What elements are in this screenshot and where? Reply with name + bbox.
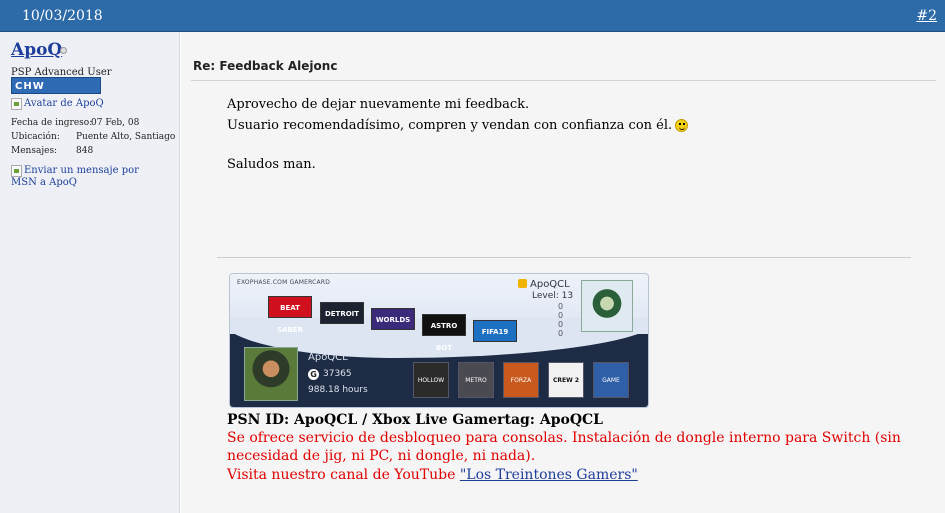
youtube-prefix: Visita nuestro canal de YouTube [227,467,460,483]
offline-status-icon [60,47,67,54]
signature-youtube-line: Visita nuestro canal de YouTube "Los Tre… [227,467,638,483]
trophy-count-silver: 0 [558,320,564,329]
xbox-game-tile-2: METRO [458,362,494,398]
post-line-2-text: Usuario recomendadísimo, compren y venda… [227,118,673,133]
game-tile-fifa19: FIFA19 [473,320,517,342]
location-row: Ubicación: Puente Alto, Santiago [11,132,175,142]
user-sidebar: ApoQ PSP Advanced User CHWMIEMBRO REGULA… [0,32,180,513]
gamerscore-value: 37365 [323,369,352,379]
avatar-alt-text: Avatar de ApoQ [24,98,104,109]
join-date-row: Fecha de ingreso: 07 Feb, 08 [11,118,139,128]
broken-image-icon [11,165,22,177]
psn-avatar [581,280,633,332]
post-title: Re: Feedback Alejonc [193,59,338,73]
title-divider [191,80,936,81]
signature-service-line-2: necesidad de jig, ni PC, ni dongle, ni n… [227,448,536,464]
hours-played: 988.18 hours [308,385,368,395]
xbox-game-tile-5: GAME [593,362,629,398]
game-tile-worlds: WORLDS [371,308,415,330]
post-body: Re: Feedback Alejonc Aprovecho de dejar … [181,32,945,513]
username-link[interactable]: ApoQ [11,40,62,60]
trophy-count-gold: 0 [558,311,564,320]
gamercard-header: EXOPHASE.COM GAMERCARD [237,279,331,286]
join-date-value: 07 Feb, 08 [91,118,140,128]
game-tile-beat-saber: BEAT SABER [268,296,312,334]
psn-name: ApoQCL [518,279,570,290]
posts-value: 848 [76,146,94,156]
gamercard-image[interactable]: EXOPHASE.COM GAMERCARD BEAT SABER DETROI… [229,273,649,408]
signature-service-line-1: Se ofrece servicio de desbloqueo para co… [227,430,901,446]
rank-badge-brand: CHW [15,81,45,92]
msn-message-link[interactable]: Enviar un mensaje por MSN a ApoQ [11,165,161,188]
broken-image-icon [11,98,22,110]
psn-name-text: ApoQCL [530,279,570,290]
signature-ids: PSN ID: ApoQCL / Xbox Live Gamertag: Apo… [227,412,604,428]
post-line-3: Saludos man. [227,157,316,172]
xbox-name: ApoQCL [308,352,348,363]
gamerscore: G 37365 [308,369,352,380]
post-number-link[interactable]: #2 [916,8,937,24]
psn-level: Level: 13 [532,291,574,301]
game-tile-astro-bot: ASTRO BOT [422,314,466,352]
posts-label: Mensajes: [11,146,58,156]
trophy-counts: 0 0 0 0 [558,302,563,338]
post-line-2: Usuario recomendadísimo, compren y venda… [227,118,689,133]
join-date-label: Fecha de ingreso: [11,118,93,128]
smiley-icon [675,119,689,132]
post-line-1: Aprovecho de dejar nuevamente mi feedbac… [227,97,530,112]
location-label: Ubicación: [11,132,60,142]
ps-plus-icon [518,279,527,288]
xbox-game-tile-4: CREW 2 [548,362,584,398]
post-header-bar: 10/03/2018 #2 [0,0,945,32]
xbox-avatar [244,347,298,401]
youtube-channel-link[interactable]: "Los Treintones Gamers" [460,467,638,483]
location-value: Puente Alto, Santiago [76,132,176,142]
posts-row: Mensajes: 848 [11,146,93,156]
gamerscore-icon: G [308,369,319,380]
xbox-game-tile-1: HOLLOW [413,362,449,398]
msn-alt-text: Enviar un mensaje por MSN a ApoQ [11,165,139,188]
trophy-count-platinum: 0 [558,302,564,311]
user-avatar[interactable]: Avatar de ApoQ [11,98,171,110]
xbox-game-tile-3: FORZA [503,362,539,398]
trophy-count-bronze: 0 [558,329,564,338]
game-tile-detroit: DETROIT [320,302,364,324]
rank-badge: CHWMIEMBRO REGULAR [11,77,101,107]
post-date: 10/03/2018 [22,8,103,24]
signature-divider [217,257,911,258]
